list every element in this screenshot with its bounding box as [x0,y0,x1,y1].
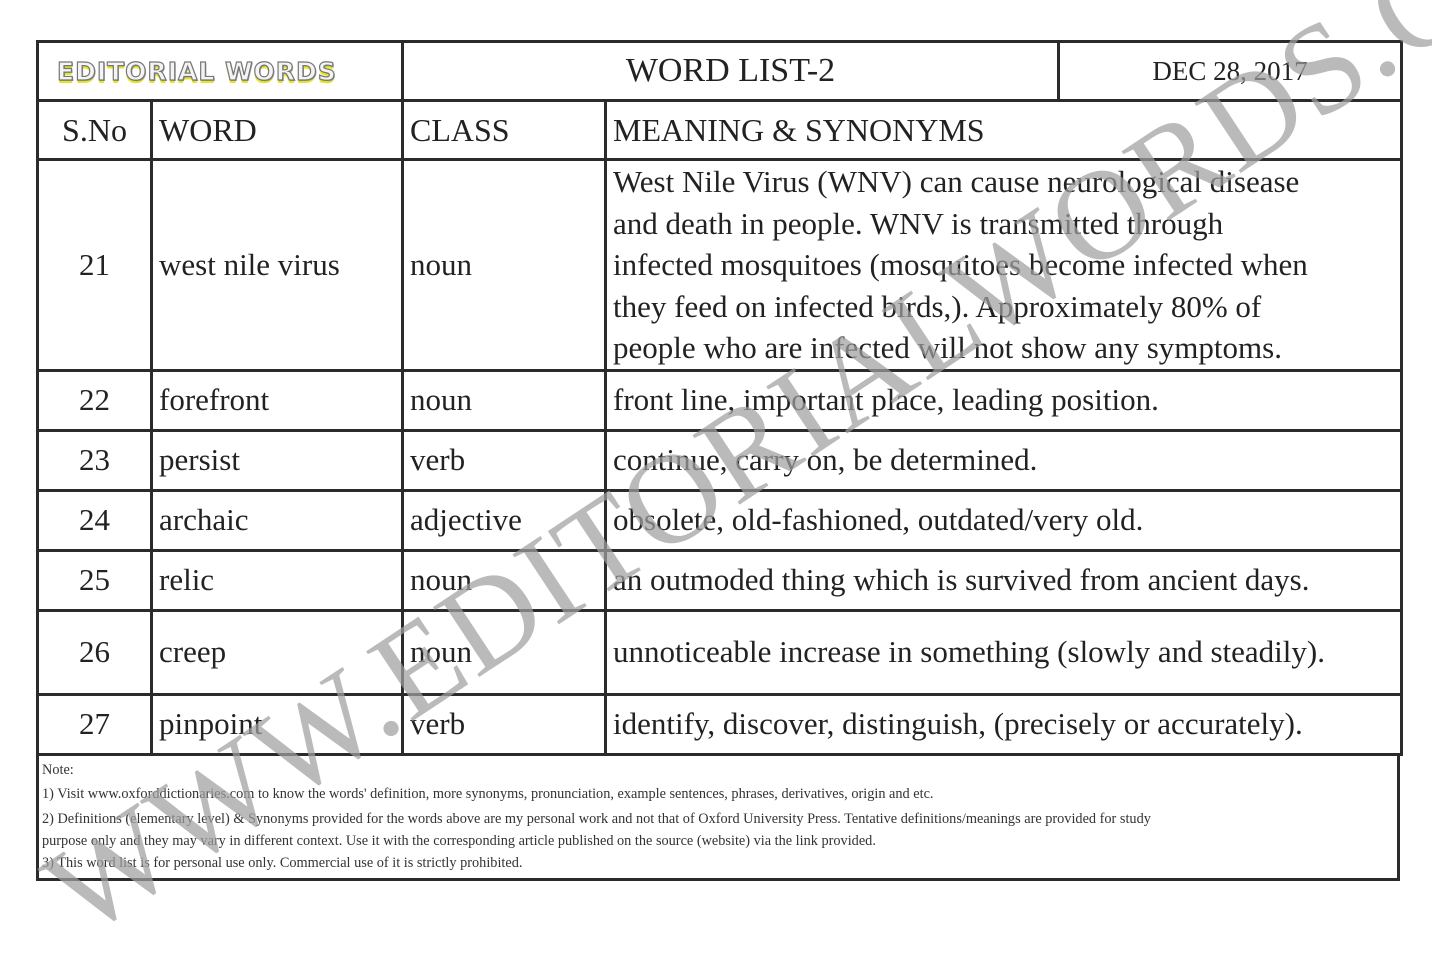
column-header-sno: S.No [36,99,153,161]
row-sno: 27 [36,692,153,756]
row-class: noun [401,158,607,372]
row-sno: 22 [36,368,153,432]
note-line: 3) This word list is for personal use on… [42,855,523,871]
table-row: 24 archaic adjective obsolete, old-fashi… [36,488,1403,552]
notes-section: Note: 1) Visit www.oxforddictionaries.co… [36,755,1400,881]
row-word: relic [150,548,404,612]
row-sno: 25 [36,548,153,612]
row-class: adjective [401,488,607,552]
title-cell: WORD LIST-2 DEC 28, 2017 [401,40,1403,102]
row-meaning: front line, important place, leading pos… [604,368,1403,432]
row-class: noun [401,608,607,696]
row-meaning: continue, carry on, be determined. [604,428,1403,492]
row-word: creep [150,608,404,696]
column-header-class: CLASS [401,99,607,161]
column-header-row: S.No WORD CLASS MEANING & SYNONYMS [36,99,1403,161]
row-meaning: West Nile Virus (WNV) can cause neurolog… [604,158,1403,372]
row-class: noun [401,548,607,612]
meaning-line: and death in people. WNV is transmitted … [613,205,1224,241]
header-row: EDITORIAL WORDS WORD LIST-2 DEC 28, 2017 [36,40,1403,102]
table-row: 23 persist verb continue, carry on, be d… [36,428,1403,492]
notes-heading: Note: [42,761,74,778]
meaning-line: people who are infected will not show an… [613,330,1282,365]
table-row: 26 creep noun unnoticeable increase in s… [36,608,1403,696]
row-class: verb [401,692,607,756]
row-word: archaic [150,488,404,552]
row-class: noun [401,368,607,432]
note-line: purpose only and they may vary in differ… [42,833,876,849]
meaning-line: West Nile Virus (WNV) can cause neurolog… [613,164,1300,199]
page-title: WORD LIST-2 [404,43,1060,99]
logo-cell: EDITORIAL WORDS [36,40,404,102]
table-row: 21 west nile virus noun West Nile Virus … [36,158,1403,372]
row-word: persist [150,428,404,492]
row-meaning: obsolete, old-fashioned, outdated/very o… [604,488,1403,552]
word-list-table: EDITORIAL WORDS WORD LIST-2 DEC 28, 2017… [36,40,1403,756]
row-sno: 26 [36,608,153,696]
note-line: 1) Visit www.oxforddictionaries.com to k… [42,786,934,802]
note-line: 2) Definitions (elementary level) & Syno… [42,810,1151,827]
table-row: 25 relic noun an outmoded thing which is… [36,548,1403,612]
row-meaning: identify, discover, distinguish, (precis… [604,692,1403,756]
row-sno: 21 [36,158,153,372]
row-class: verb [401,428,607,492]
row-word: west nile virus [150,158,404,372]
meaning-line: they feed on infected birds,). Approxima… [613,288,1262,324]
column-header-word: WORD [150,99,404,161]
word-list-sheet: EDITORIAL WORDS WORD LIST-2 DEC 28, 2017… [36,40,1403,881]
table-row: 27 pinpoint verb identify, discover, dis… [36,692,1403,756]
meaning-line: infected mosquitoes (mosquitoes become i… [613,247,1308,282]
row-word: pinpoint [150,692,404,756]
table-row: 22 forefront noun front line, important … [36,368,1403,432]
editorial-words-logo: EDITORIAL WORDS [56,56,337,86]
date-label: DEC 28, 2017 [1152,56,1308,86]
row-word: forefront [150,368,404,432]
row-meaning: an outmoded thing which is survived from… [604,548,1403,612]
row-sno: 24 [36,488,153,552]
row-meaning: unnoticeable increase in something (slow… [604,608,1403,696]
row-sno: 23 [36,428,153,492]
column-header-meaning: MEANING & SYNONYMS [604,99,1403,161]
